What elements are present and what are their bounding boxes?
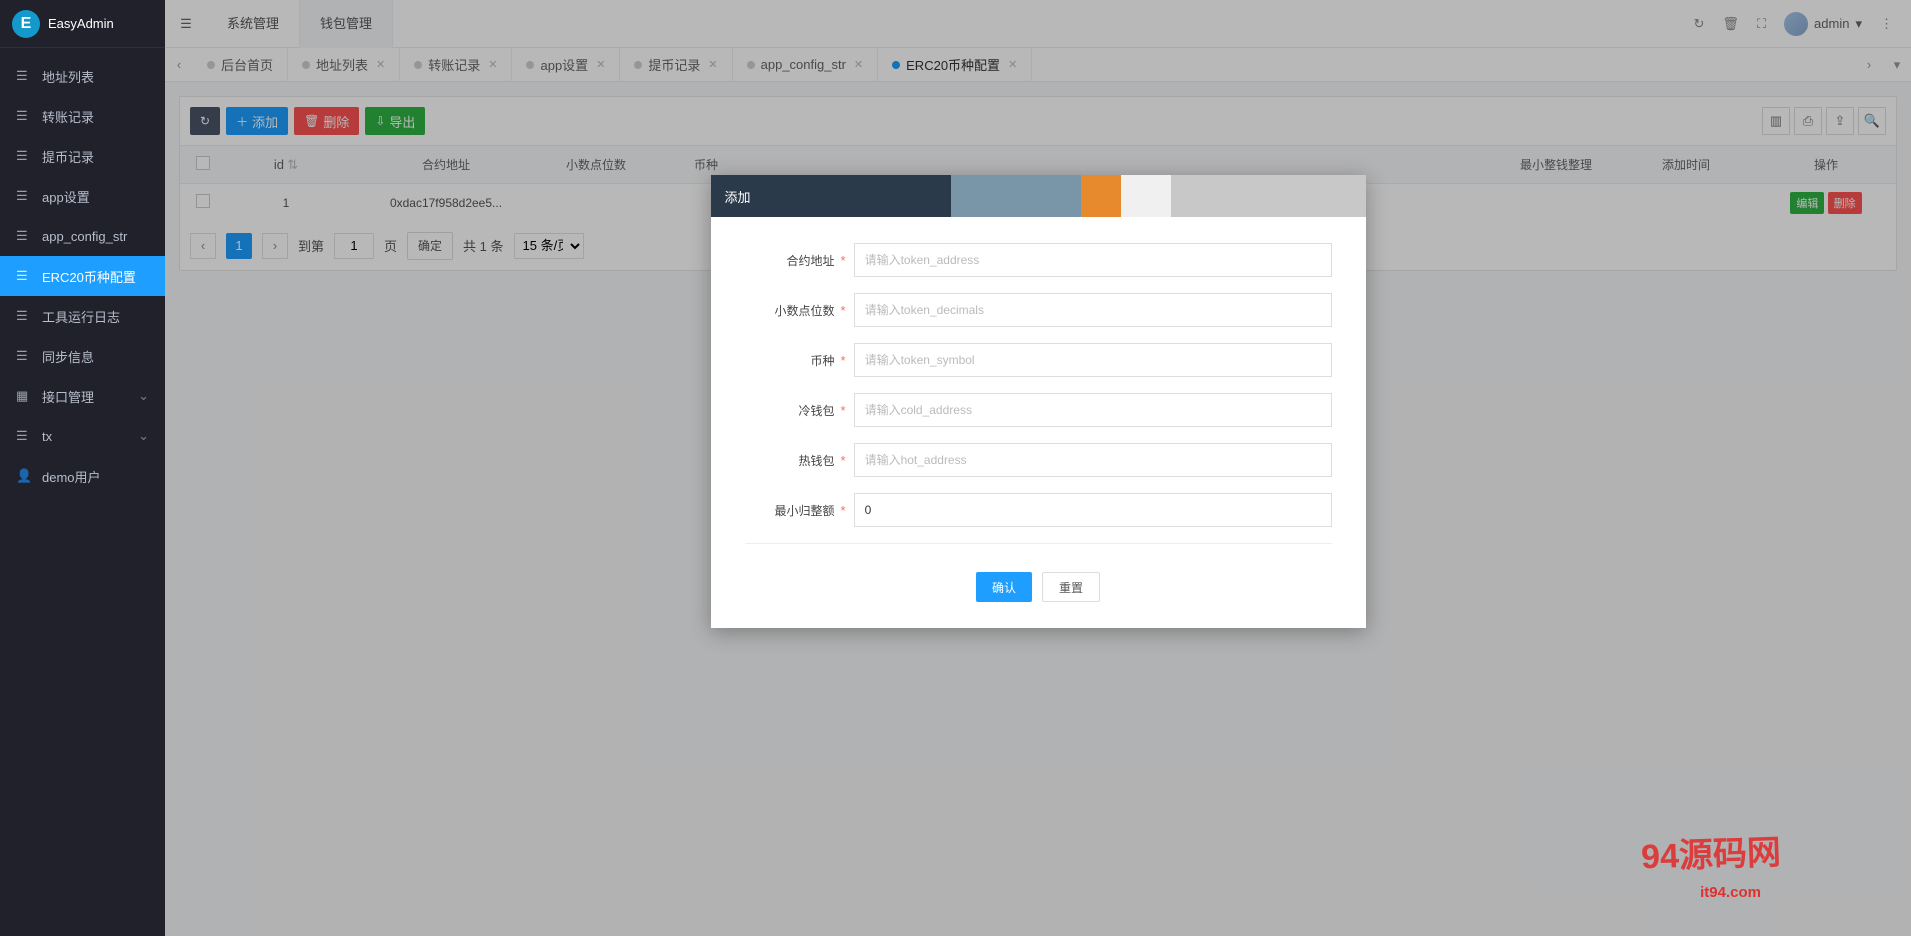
sidebar-item-transfers[interactable]: ☰转账记录 [0, 96, 165, 136]
sidebar-item-withdraw[interactable]: ☰提币记录 [0, 136, 165, 176]
reset-button[interactable]: 重置 [1042, 572, 1100, 602]
sidebar: E EasyAdmin ☰地址列表 ☰转账记录 ☰提币记录 ☰app设置 ☰ap… [0, 0, 165, 936]
logo-icon: E [12, 10, 40, 38]
list-icon: ☰ [16, 428, 32, 444]
list-icon: ☰ [16, 108, 32, 124]
sidebar-item-appsettings[interactable]: ☰app设置 [0, 176, 165, 216]
modal-add: 添加 ─ ☐ ✕ 合约地址* 小数点位数* [711, 175, 1366, 628]
chevron-down-icon: ⌄ [138, 428, 149, 444]
user-icon: 👤 [16, 468, 32, 484]
label-address: 合约地址 [745, 252, 835, 269]
sidebar-item-erc20[interactable]: ☰ERC20币种配置 [0, 256, 165, 296]
grid-icon: ▦ [16, 388, 32, 404]
sidebar-nav: ☰地址列表 ☰转账记录 ☰提币记录 ☰app设置 ☰app_config_str… [0, 48, 165, 936]
modal-header: 添加 ─ ☐ ✕ [711, 175, 1366, 217]
sidebar-item-addresses[interactable]: ☰地址列表 [0, 56, 165, 96]
label-cold: 冷钱包 [745, 402, 835, 419]
list-icon: ☰ [16, 308, 32, 324]
input-token-symbol[interactable] [854, 343, 1332, 377]
list-icon: ☰ [16, 268, 32, 284]
modal-footer: 确认 重置 [711, 552, 1366, 628]
sidebar-item-appconfig[interactable]: ☰app_config_str [0, 216, 165, 256]
main: ☰ 系统管理 钱包管理 ↻ 🗑 ⛶ admin ▾ ⋮ ‹ 后台首页 [165, 0, 1911, 936]
label-decimals: 小数点位数 [745, 302, 835, 319]
chevron-down-icon: ⌄ [138, 388, 149, 404]
list-icon: ☰ [16, 348, 32, 364]
sidebar-item-api[interactable]: ▦接口管理⌄ [0, 376, 165, 416]
modal-body: 合约地址* 小数点位数* 币种* 冷钱包* 热钱包* 最小归整额* [711, 217, 1366, 552]
list-icon: ☰ [16, 148, 32, 164]
list-icon: ☰ [16, 228, 32, 244]
input-token-address[interactable] [854, 243, 1332, 277]
redacted-area [951, 175, 1366, 217]
list-icon: ☰ [16, 188, 32, 204]
modal-title: 添加 [725, 187, 751, 206]
app-name: EasyAdmin [48, 16, 114, 31]
sidebar-item-tx[interactable]: ☰tx⌄ [0, 416, 165, 456]
input-hot-address[interactable] [854, 443, 1332, 477]
confirm-button[interactable]: 确认 [976, 572, 1032, 602]
input-cold-address[interactable] [854, 393, 1332, 427]
sidebar-item-sync[interactable]: ☰同步信息 [0, 336, 165, 376]
input-token-decimals[interactable] [854, 293, 1332, 327]
input-min-amount[interactable] [854, 493, 1332, 527]
label-hot: 热钱包 [745, 452, 835, 469]
modal-overlay: 添加 ─ ☐ ✕ 合约地址* 小数点位数* [165, 0, 1911, 936]
list-icon: ☰ [16, 68, 32, 84]
sidebar-item-demouser[interactable]: 👤demo用户 [0, 456, 165, 496]
label-symbol: 币种 [745, 352, 835, 369]
logo: E EasyAdmin [0, 0, 165, 48]
sidebar-item-toollog[interactable]: ☰工具运行日志 [0, 296, 165, 336]
label-min: 最小归整额 [745, 502, 835, 519]
